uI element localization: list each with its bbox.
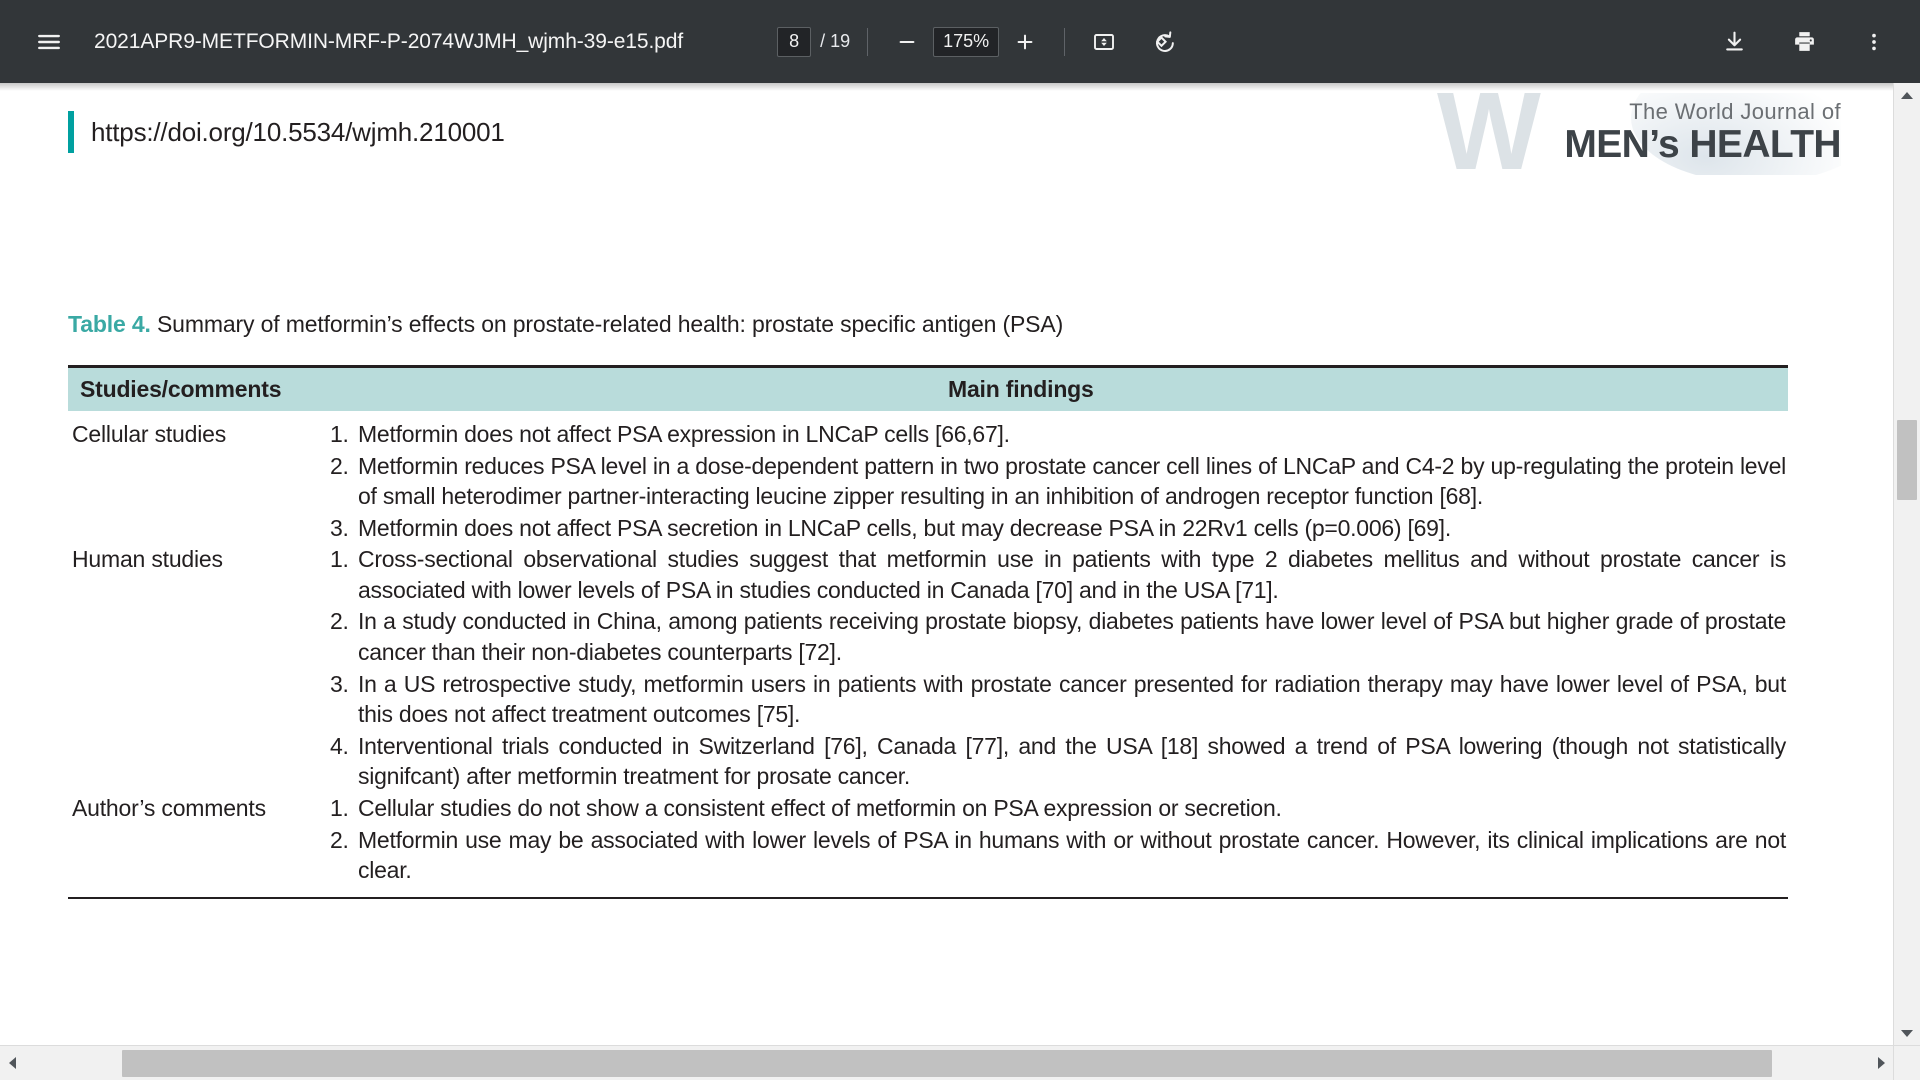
finding-item: 4. Interventional trials conducted in Swi…	[330, 731, 1788, 792]
finding-number: 4.	[330, 732, 349, 759]
column-header-main-findings: Main findings	[948, 376, 1094, 402]
table-body: Cellular studies 1. Metformin does not aff…	[68, 411, 1788, 887]
row-label: Human studies	[72, 546, 223, 573]
toolbar-right-actions	[1686, 20, 1896, 64]
pdf-page-content: https://doi.org/10.5534/wjmh.210001 W Th…	[0, 83, 1893, 1045]
page-navigation: 8 / 19	[777, 26, 851, 57]
row-label: Author’s comments	[72, 794, 266, 821]
toolbar-divider-1	[867, 27, 869, 56]
horizontal-scrollbar-thumb[interactable]	[122, 1050, 1772, 1077]
scroll-down-arrow-icon[interactable]	[1894, 1021, 1920, 1045]
finding-item: 2. In a study conducted in China, among p…	[330, 606, 1788, 667]
fit-to-page-icon[interactable]	[1082, 20, 1126, 64]
pdf-viewer-area[interactable]: https://doi.org/10.5534/wjmh.210001 W Th…	[0, 83, 1893, 1045]
row-findings: 1. Cellular studies do not show a consist…	[330, 793, 1788, 887]
download-icon[interactable]	[1712, 20, 1756, 64]
journal-logo: W The World Journal of MEN’s HEALTH	[1431, 93, 1841, 175]
finding-text: Metformin does not affect PSA secretion …	[358, 514, 1451, 541]
running-head-doi: https://doi.org/10.5534/wjmh.210001	[68, 111, 505, 153]
finding-text: Metformin use may be associated with low…	[358, 826, 1786, 884]
row-findings: 1. Metformin does not affect PSA expressi…	[330, 419, 1788, 544]
hamburger-menu-icon[interactable]	[27, 20, 71, 64]
column-header-studies: Studies/comments	[80, 376, 282, 402]
table-caption: Table 4. Summary of metformin’s effects …	[68, 311, 1063, 338]
table-header-row: Studies/comments Main findings	[68, 368, 1788, 411]
vertical-scrollbar[interactable]	[1893, 83, 1920, 1045]
finding-item: 1. Cellular studies do not show a consist…	[330, 793, 1788, 824]
finding-item: 2. Metformin use may be associated with l…	[330, 825, 1788, 886]
finding-text: In a study conducted in China, among pat…	[358, 608, 1786, 666]
finding-item: 1. Metformin does not affect PSA expressi…	[330, 419, 1788, 450]
finding-item: 3. In a US retrospective study, metformin…	[330, 669, 1788, 730]
table-row: Human studies 1. Cross-sectional observati…	[68, 544, 1788, 793]
vertical-scrollbar-thumb[interactable]	[1897, 420, 1917, 500]
journal-logo-line2: MEN’s HEALTH	[1564, 123, 1841, 166]
toolbar-divider-2	[1064, 27, 1066, 56]
doi-accent-bar	[68, 111, 74, 153]
scrollbar-corner	[1893, 1045, 1920, 1080]
zoom-controls: 175%	[885, 20, 1047, 64]
print-icon[interactable]	[1782, 20, 1826, 64]
table-row: Author’s comments 1. Cellular studies do n…	[68, 793, 1788, 887]
scroll-left-arrow-icon[interactable]	[0, 1046, 24, 1080]
scroll-up-arrow-icon[interactable]	[1894, 83, 1920, 107]
journal-logo-line1: The World Journal of	[1629, 99, 1841, 124]
finding-item: 3. Metformin does not affect PSA secretio…	[330, 513, 1788, 544]
page-total-label: / 19	[820, 31, 851, 51]
finding-number: 2.	[330, 452, 349, 479]
row-label: Cellular studies	[72, 421, 227, 447]
scroll-right-arrow-icon[interactable]	[1869, 1046, 1893, 1080]
summary-table: Studies/comments Main findings Cellular …	[68, 365, 1788, 899]
rotate-counterclockwise-icon[interactable]	[1142, 20, 1186, 64]
finding-number: 2.	[330, 608, 349, 635]
finding-item: 2. Metformin reduces PSA level in a dose-…	[330, 451, 1788, 512]
table-caption-text: Summary of metformin’s effects on prosta…	[150, 311, 1064, 337]
table-caption-label: Table 4.	[68, 311, 151, 337]
finding-text: Interventional trials conducted in Switz…	[358, 732, 1786, 790]
finding-number: 1.	[330, 794, 349, 821]
table-row: Cellular studies 1. Metformin does not aff…	[68, 419, 1788, 544]
finding-number: 1.	[330, 421, 349, 447]
finding-text: Cellular studies do not show a consisten…	[358, 794, 1282, 821]
finding-text: Metformin reduces PSA level in a dose-de…	[358, 452, 1786, 510]
horizontal-scrollbar[interactable]	[0, 1045, 1893, 1080]
doi-link[interactable]: https://doi.org/10.5534/wjmh.210001	[91, 117, 505, 148]
more-options-kebab-icon[interactable]	[1852, 20, 1896, 64]
page-number-input[interactable]: 8	[777, 26, 812, 57]
finding-text: In a US retrospective study, metformin u…	[358, 670, 1786, 728]
finding-text: Cross-sectional observational studies su…	[358, 546, 1786, 603]
table-bottom-rule	[68, 896, 1788, 899]
finding-number: 2.	[330, 826, 349, 853]
finding-item: 1. Cross-sectional observational studies …	[330, 544, 1788, 605]
row-findings: 1. Cross-sectional observational studies …	[330, 544, 1788, 793]
pdf-viewer-toolbar: 2021APR9-METFORMIN-MRF-P-2074WJMH_wjmh-3…	[0, 0, 1920, 83]
finding-number: 1.	[330, 546, 349, 573]
minus-icon[interactable]	[885, 20, 929, 64]
finding-text: Metformin does not affect PSA expression…	[358, 421, 1010, 447]
document-title: 2021APR9-METFORMIN-MRF-P-2074WJMH_wjmh-3…	[94, 29, 684, 53]
plus-icon[interactable]	[1003, 20, 1047, 64]
finding-number: 3.	[330, 670, 349, 697]
finding-number: 3.	[330, 514, 349, 541]
zoom-level-value[interactable]: 175%	[933, 26, 1000, 57]
